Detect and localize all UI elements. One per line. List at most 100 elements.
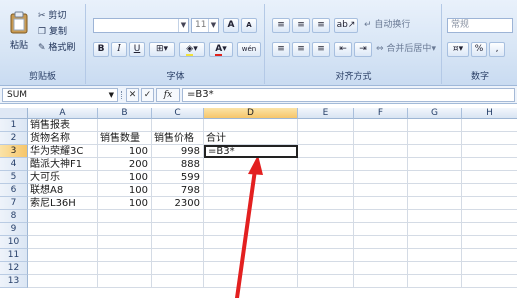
cell-d7[interactable]: [204, 197, 298, 210]
cell-c2[interactable]: 销售价格: [152, 132, 204, 145]
row-header-5[interactable]: 5: [0, 171, 28, 184]
formula-input[interactable]: =B3*: [182, 88, 515, 102]
cell-a8[interactable]: [28, 210, 98, 223]
insert-function-button[interactable]: fx: [156, 88, 180, 102]
bold-button[interactable]: B: [93, 42, 109, 57]
cell-f4[interactable]: [354, 158, 408, 171]
cell-h6[interactable]: [462, 184, 517, 197]
cell-b12[interactable]: [98, 262, 152, 275]
row-header-8[interactable]: 8: [0, 210, 28, 223]
column-header-b[interactable]: B: [98, 108, 152, 119]
cell-e4[interactable]: [298, 158, 354, 171]
cell-d2[interactable]: 合计: [204, 132, 298, 145]
cell-f12[interactable]: [354, 262, 408, 275]
cell-f13[interactable]: [354, 275, 408, 288]
row-header-1[interactable]: 1: [0, 119, 28, 132]
cell-d13[interactable]: [204, 275, 298, 288]
cell-d1[interactable]: [204, 119, 298, 132]
cell-a9[interactable]: [28, 223, 98, 236]
cell-h3[interactable]: [462, 145, 517, 158]
cell-g4[interactable]: [408, 158, 462, 171]
cell-c8[interactable]: [152, 210, 204, 223]
cell-b6[interactable]: 100: [98, 184, 152, 197]
cell-h13[interactable]: [462, 275, 517, 288]
cell-b13[interactable]: [98, 275, 152, 288]
row-header-11[interactable]: 11: [0, 249, 28, 262]
borders-button[interactable]: ⊞▾: [149, 42, 175, 57]
row-header-13[interactable]: 13: [0, 275, 28, 288]
cell-b5[interactable]: 100: [98, 171, 152, 184]
align-top-button[interactable]: ≡: [272, 18, 290, 33]
cell-c4[interactable]: 888: [152, 158, 204, 171]
cell-d4[interactable]: [204, 158, 298, 171]
cell-b7[interactable]: 100: [98, 197, 152, 210]
cell-e12[interactable]: [298, 262, 354, 275]
cell-a4[interactable]: 酷派大神F1: [28, 158, 98, 171]
cell-h1[interactable]: [462, 119, 517, 132]
cell-c6[interactable]: 798: [152, 184, 204, 197]
cell-b10[interactable]: [98, 236, 152, 249]
cell-c10[interactable]: [152, 236, 204, 249]
cell-e13[interactable]: [298, 275, 354, 288]
cell-g3[interactable]: [408, 145, 462, 158]
column-header-h[interactable]: H: [462, 108, 517, 119]
chevron-down-icon[interactable]: ▼: [109, 89, 114, 101]
number-format-select[interactable]: 常规: [447, 18, 513, 33]
cut-button[interactable]: ✂ 剪切: [38, 10, 66, 23]
cell-e11[interactable]: [298, 249, 354, 262]
merge-center-button[interactable]: ⇔ 合并后居中▾: [376, 43, 436, 56]
paste-button[interactable]: 粘贴: [4, 8, 34, 60]
cell-c11[interactable]: [152, 249, 204, 262]
orientation-button[interactable]: ab↗: [334, 18, 358, 33]
cell-f11[interactable]: [354, 249, 408, 262]
percent-button[interactable]: %: [471, 42, 487, 57]
cell-c1[interactable]: [152, 119, 204, 132]
comma-button[interactable]: ,: [489, 42, 505, 57]
font-name-select[interactable]: ▼: [93, 18, 189, 33]
cell-b11[interactable]: [98, 249, 152, 262]
cell-f10[interactable]: [354, 236, 408, 249]
row-header-3[interactable]: 3: [0, 145, 28, 158]
cell-a11[interactable]: [28, 249, 98, 262]
cell-e8[interactable]: [298, 210, 354, 223]
cell-f9[interactable]: [354, 223, 408, 236]
grow-font-button[interactable]: A: [223, 18, 239, 33]
cell-h7[interactable]: [462, 197, 517, 210]
cell-d10[interactable]: [204, 236, 298, 249]
cell-e3[interactable]: [298, 145, 354, 158]
decrease-indent-button[interactable]: ⇤: [334, 42, 352, 57]
increase-indent-button[interactable]: ⇥: [354, 42, 372, 57]
cell-a10[interactable]: [28, 236, 98, 249]
cell-e7[interactable]: [298, 197, 354, 210]
cell-g11[interactable]: [408, 249, 462, 262]
column-header-e[interactable]: E: [298, 108, 354, 119]
cell-f6[interactable]: [354, 184, 408, 197]
cell-h5[interactable]: [462, 171, 517, 184]
cell-b4[interactable]: 200: [98, 158, 152, 171]
align-right-button[interactable]: ≡: [312, 42, 330, 57]
cell-a1[interactable]: 销售报表: [28, 119, 98, 132]
cell-d9[interactable]: [204, 223, 298, 236]
column-header-d[interactable]: D: [204, 108, 298, 119]
align-left-button[interactable]: ≡: [272, 42, 290, 57]
cell-d3[interactable]: =B3*: [204, 145, 298, 158]
row-header-7[interactable]: 7: [0, 197, 28, 210]
cell-e10[interactable]: [298, 236, 354, 249]
row-header-2[interactable]: 2: [0, 132, 28, 145]
row-header-6[interactable]: 6: [0, 184, 28, 197]
cell-g1[interactable]: [408, 119, 462, 132]
cell-g8[interactable]: [408, 210, 462, 223]
cell-a7[interactable]: 索尼L36H: [28, 197, 98, 210]
select-all-button[interactable]: [0, 108, 28, 119]
cell-a2[interactable]: 货物名称: [28, 132, 98, 145]
cell-g6[interactable]: [408, 184, 462, 197]
column-header-a[interactable]: A: [28, 108, 98, 119]
cell-h2[interactable]: [462, 132, 517, 145]
cell-e6[interactable]: [298, 184, 354, 197]
cell-c13[interactable]: [152, 275, 204, 288]
cell-b1[interactable]: [98, 119, 152, 132]
cell-c3[interactable]: 998: [152, 145, 204, 158]
cell-g7[interactable]: [408, 197, 462, 210]
cell-h9[interactable]: [462, 223, 517, 236]
cell-b2[interactable]: 销售数量: [98, 132, 152, 145]
